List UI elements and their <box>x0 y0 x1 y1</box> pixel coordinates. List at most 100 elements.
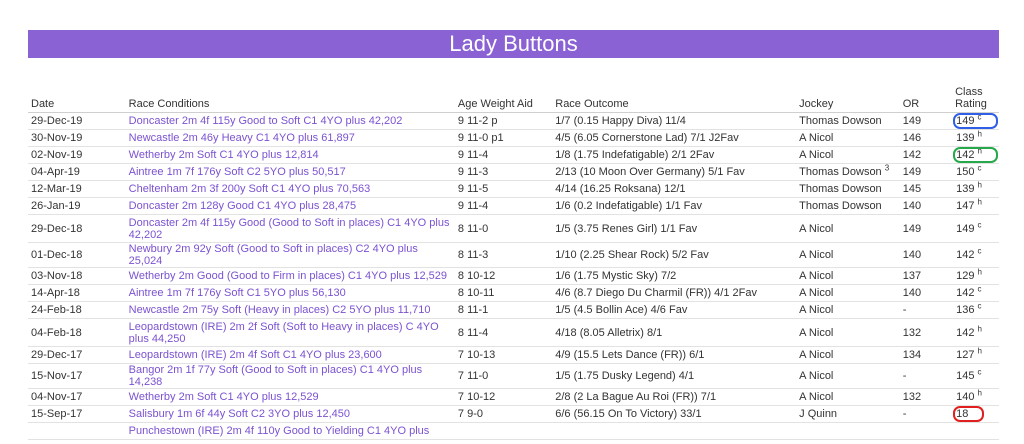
header-date[interactable]: Date <box>28 86 126 113</box>
cell-or: 132 <box>899 388 953 406</box>
cell-or: 149 <box>899 163 953 181</box>
cell-age-weight-aid: 8 11-0 <box>454 214 553 243</box>
race-link[interactable]: Newcastle 2m 46y Heavy C1 4YO plus 61,89… <box>129 132 355 144</box>
cell-class-rating: 139 h <box>952 180 999 198</box>
race-link[interactable]: Doncaster 2m 4f 115y Good to Soft C1 4YO… <box>129 115 403 127</box>
cell-date: 04-Feb-18 <box>28 318 126 347</box>
header-class-rating[interactable]: Class Rating <box>952 86 999 113</box>
race-link[interactable]: Aintree 1m 7f 176y Soft C2 5YO plus 50,5… <box>129 166 346 178</box>
race-link[interactable]: Leopardstown (IRE) 2m 2f Soft (Soft to H… <box>129 321 439 345</box>
rating-number: 140 <box>956 391 975 403</box>
table-row: 29-Dec-19 Doncaster 2m 4f 115y Good to So… <box>28 112 999 130</box>
cell-or: 140 <box>899 284 953 302</box>
cell-date: 12-Mar-19 <box>28 180 126 198</box>
header-race-conditions[interactable]: Race Conditions <box>125 86 455 113</box>
cell-race-outcome: 1/5 (1.75 Dusky Legend) 4/1 <box>552 363 797 389</box>
rating-number: 139 <box>956 183 975 195</box>
cell-date: 29-Dec-18 <box>28 214 126 243</box>
race-link[interactable]: Newbury 2m 92y Soft (Good to Soft in pla… <box>129 243 418 267</box>
cell-or: 132 <box>899 318 953 347</box>
cell-class-rating: 145 c <box>952 363 999 389</box>
race-link[interactable]: Bangor 2m 1f 77y Soft (Good to Soft in p… <box>129 364 423 388</box>
cell-date: 01-Dec-18 <box>28 242 126 268</box>
jockey-name: A Nicol <box>799 222 834 235</box>
cell-or: - <box>899 363 953 389</box>
rating-value: 139 h <box>955 180 996 195</box>
cell-race-conditions: Salisbury 1m 6f 44y Soft C2 3YO plus 12,… <box>125 405 455 423</box>
header-race-outcome[interactable]: Race Outcome <box>552 86 797 113</box>
race-link[interactable]: Aintree 1m 7f 176y Soft C1 5YO plus 56,1… <box>129 287 346 299</box>
table-row: 01-Dec-18 Newbury 2m 92y Soft (Good to So… <box>28 242 999 268</box>
cell-race-outcome: 1/7 (0.15 Happy Diva) 11/4 <box>552 112 797 130</box>
highlighted-rating: 149 c <box>953 113 998 129</box>
race-link[interactable]: Cheltenham 2m 3f 200y Soft C1 4YO plus 7… <box>129 183 371 195</box>
cell-or: 134 <box>899 346 953 364</box>
cell-date: 15-Nov-17 <box>28 363 126 389</box>
cell-jockey: Thomas Dowson <box>796 112 900 130</box>
race-link[interactable]: Doncaster 2m 4f 115y Good (Good to Soft … <box>129 217 450 241</box>
race-link[interactable]: Wetherby 2m Good (Good to Firm in places… <box>129 270 447 282</box>
cell-race-outcome: 1/6 (0.2 Indefatigable) 1/1 Fav <box>552 197 797 215</box>
cell-race-outcome: 1/5 (4.5 Bollin Ace) 4/6 Fav <box>552 301 797 319</box>
cell-class-rating <box>952 422 999 440</box>
cell-class-rating: 18 <box>952 405 999 423</box>
race-link[interactable]: Wetherby 2m Soft C1 4YO plus 12,814 <box>129 149 319 161</box>
cell-jockey: Thomas Dowson <box>796 197 900 215</box>
jockey-name: A Nicol <box>799 287 834 299</box>
cell-class-rating: 147 h <box>952 197 999 215</box>
jockey-name: A Nicol <box>799 370 834 382</box>
race-link[interactable]: Doncaster 2m 128y Good C1 4YO plus 28,47… <box>129 200 356 212</box>
race-link[interactable]: Salisbury 1m 6f 44y Soft C2 3YO plus 12,… <box>129 408 350 420</box>
cell-age-weight-aid: 8 11-1 <box>454 301 553 319</box>
rating-superscript: h <box>977 323 982 333</box>
rating-superscript: h <box>977 267 982 277</box>
cell-class-rating: 129 h <box>952 267 999 285</box>
cell-age-weight-aid: 8 11-4 <box>454 318 553 347</box>
rating-superscript: h <box>977 180 982 190</box>
cell-class-rating: 139 h <box>952 129 999 147</box>
table-row: 02-Nov-19 Wetherby 2m Soft C1 4YO plus 12… <box>28 146 999 164</box>
cell-jockey: A Nicol <box>796 146 900 164</box>
cell-jockey: A Nicol <box>796 242 900 268</box>
header-or[interactable]: OR <box>899 86 953 113</box>
race-link[interactable]: Newcastle 2m 75y Soft (Heavy in places) … <box>129 304 431 316</box>
rating-superscript: c <box>977 219 982 229</box>
header-age-weight-aid[interactable]: Age Weight Aid <box>454 86 553 113</box>
cell-race-outcome: 1/5 (3.75 Renes Girl) 1/1 Fav <box>552 214 797 243</box>
race-link[interactable]: Punchestown (IRE) 2m 4f 110y Good to Yie… <box>129 425 430 437</box>
rating-number: 149 <box>956 115 975 127</box>
rating-value: 139 h <box>955 130 996 144</box>
rating-value: 145 c <box>955 368 995 382</box>
header-jockey[interactable]: Jockey <box>796 86 900 113</box>
cell-age-weight-aid: 7 10-12 <box>454 388 553 406</box>
rating-number: 149 <box>956 222 975 235</box>
rating-number: 142 <box>956 249 975 261</box>
rating-value: 142 h <box>955 323 996 338</box>
cell-race-conditions: Newbury 2m 92y Soft (Good to Soft in pla… <box>125 242 455 268</box>
rating-number: 129 <box>956 270 975 282</box>
cell-jockey <box>796 422 900 440</box>
cell-age-weight-aid: 8 11-3 <box>454 242 553 268</box>
race-link[interactable]: Wetherby 2m Soft C1 4YO plus 12,529 <box>129 391 319 403</box>
cell-age-weight-aid <box>454 422 553 440</box>
table-row: 29-Dec-18 Doncaster 2m 4f 115y Good (Good… <box>28 214 999 243</box>
cell-class-rating: 127 h <box>952 346 999 364</box>
cell-or: 140 <box>899 242 953 268</box>
cell-date: 15-Sep-17 <box>28 405 126 423</box>
rating-number: 142 <box>956 287 975 299</box>
table-row: 29-Dec-17 Leopardstown (IRE) 2m 4f Soft C… <box>28 346 999 364</box>
cell-date: 04-Apr-19 <box>28 163 126 181</box>
cell-race-conditions: Leopardstown (IRE) 2m 2f Soft (Soft to H… <box>125 318 455 347</box>
table-row: 04-Apr-19 Aintree 1m 7f 176y Soft C2 5YO … <box>28 163 999 181</box>
rating-number: 147 <box>956 200 975 212</box>
jockey-name: A Nicol <box>799 249 834 261</box>
page-title: Lady Buttons <box>28 30 999 58</box>
rating-number: 150 <box>956 166 975 178</box>
cell-jockey: A Nicol <box>796 388 900 406</box>
rating-value: 127 h <box>955 347 996 361</box>
cell-race-outcome: 4/14 (16.25 Roksana) 12/1 <box>552 180 797 198</box>
race-link[interactable]: Leopardstown (IRE) 2m 4f Soft C1 4YO plu… <box>129 349 382 361</box>
rating-number: 127 <box>956 349 975 361</box>
cell-class-rating: 136 c <box>952 301 999 319</box>
jockey-name: Thomas Dowson <box>799 115 882 127</box>
